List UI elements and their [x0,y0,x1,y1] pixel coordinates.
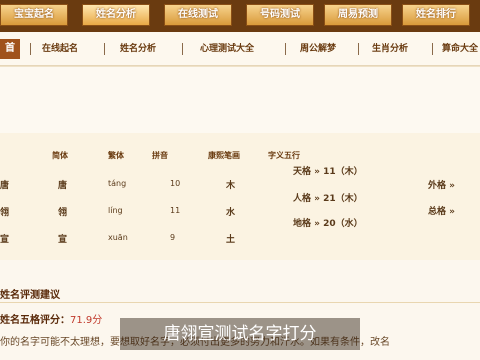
cell-wuxing: 土 [226,235,236,245]
renge-label: 人格 » 21（木） [293,194,363,204]
cell-hanzi: 翎 [0,208,10,218]
tab-baby-naming[interactable]: 宝宝起名 [0,4,68,26]
name-info-panel [0,133,480,260]
sub-nav-name-analysis[interactable]: 姓名分析 [120,40,156,58]
cell-strokes: 9 [170,233,176,242]
tab-online-test[interactable]: 在线测试 [164,4,232,26]
nav-separator [104,43,105,55]
section-divider [0,302,480,303]
sub-nav-psych-tests[interactable]: 心理测试大全 [200,40,254,58]
score-line: 姓名五格评分：71.9分 [0,315,103,326]
section-title: 姓名评测建议 [0,290,60,301]
header-pinyin: 拼音 [152,151,168,160]
cell-traditional: 翎 [58,208,68,218]
tiange-label: 天格 » 11（木） [293,167,363,177]
header-traditional: 繁体 [108,151,124,160]
sub-nav-online-naming[interactable]: 在线起名 [42,40,78,58]
dige-label: 地格 » 20（水） [293,219,363,229]
nav-separator [358,43,359,55]
tab-zhouyi[interactable]: 周易预测 [324,4,392,26]
tab-name-analysis[interactable]: 姓名分析 [82,4,150,26]
blank-area [0,67,480,133]
sub-nav-zodiac[interactable]: 生肖分析 [372,40,408,58]
nav-separator [285,43,286,55]
top-tab-bar: 宝宝起名 姓名分析 在线测试 号码测试 周易预测 姓名排行 [0,0,480,32]
sub-nav-dream[interactable]: 周公解梦 [300,40,336,58]
sub-nav-fortune[interactable]: 算命大全 [442,40,478,58]
sub-nav: 首 在线起名 姓名分析 心理测试大全 周公解梦 生肖分析 算命大全 [0,32,480,66]
cell-wuxing: 水 [226,208,236,218]
cell-pinyin: xuān [108,233,128,242]
cell-hanzi: 唐 [0,181,10,191]
nav-separator [30,43,31,55]
cell-pinyin: líng [108,206,123,215]
nav-separator [432,43,433,55]
header-simplified: 简体 [52,151,68,160]
waige-label: 外格 » [428,181,455,191]
video-caption: 唐翎宣测试名字打分 [120,318,360,350]
header-wuxing: 字义五行 [268,151,300,160]
cell-strokes: 10 [170,179,181,188]
cell-traditional: 唐 [58,181,68,191]
sub-nav-first[interactable]: 首 [0,39,20,59]
tab-name-ranking[interactable]: 姓名排行 [402,4,470,26]
zongge-label: 总格 » [428,207,455,217]
nav-separator [182,43,183,55]
cell-pinyin: táng [108,179,127,188]
cell-wuxing: 木 [226,181,236,191]
tab-number-test[interactable]: 号码测试 [246,4,314,26]
cell-strokes: 11 [170,206,181,215]
cell-traditional: 宣 [58,235,68,245]
cell-hanzi: 宣 [0,235,10,245]
score-value: 71.9分 [70,315,103,326]
header-strokes: 康熙笔画 [208,151,240,160]
